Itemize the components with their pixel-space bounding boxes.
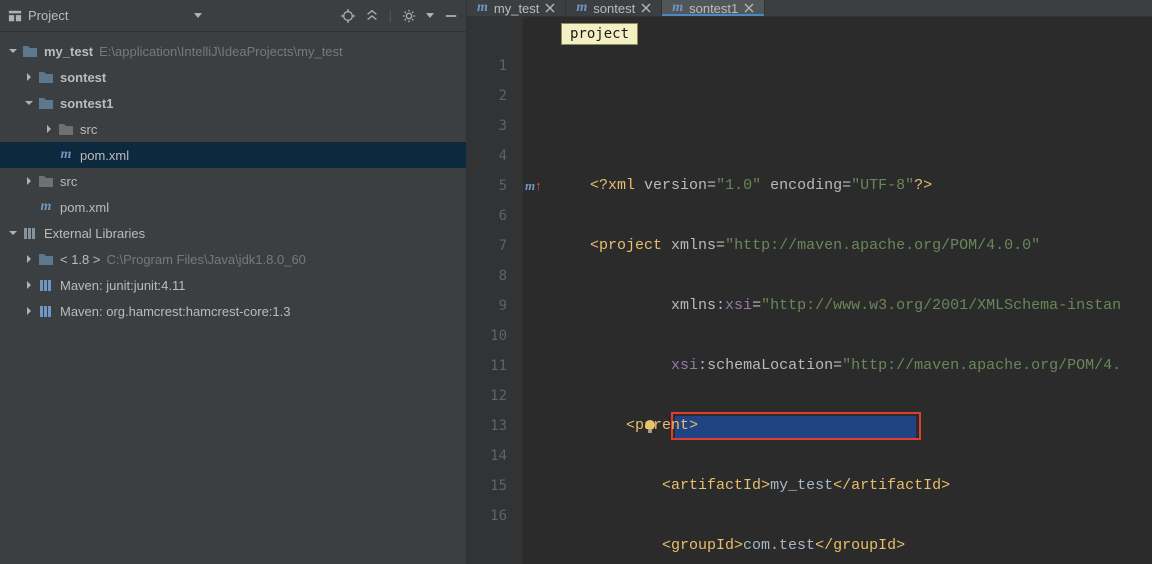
editor-tab-bar: m my_test m sontest m sontest1 — [467, 0, 1152, 17]
maven-file-icon: m — [477, 0, 488, 16]
folder-icon — [58, 122, 74, 136]
line-number: 16 — [467, 501, 507, 531]
tree-item-path: C:\Program Files\Java\jdk1.8.0_60 — [106, 252, 305, 267]
tree-item[interactable]: sontest — [0, 64, 466, 90]
tree-item[interactable]: Maven: org.hamcrest:hamcrest-core:1.3 — [0, 298, 466, 324]
chevron-down-icon[interactable] — [194, 13, 202, 18]
line-number: 15 — [467, 471, 507, 501]
line-number: 10 — [467, 321, 507, 351]
tree-item-label: my_test — [44, 44, 93, 59]
tree-item-label: Maven: junit:junit:4.11 — [60, 278, 186, 293]
editor-tab-active[interactable]: m sontest1 — [662, 0, 765, 16]
project-panel: Project | my_test E:\application\Intelli… — [0, 0, 467, 564]
tree-item-label: src — [80, 122, 97, 137]
hide-icon[interactable] — [444, 9, 458, 23]
tree-item[interactable]: src — [0, 116, 466, 142]
line-number: 3 — [467, 111, 507, 141]
editor-tab[interactable]: m my_test — [467, 0, 566, 16]
folder-icon — [38, 174, 54, 188]
close-icon[interactable] — [641, 3, 651, 13]
tree-item-label: sontest — [60, 70, 106, 85]
close-icon[interactable] — [744, 3, 754, 13]
chevron-right-icon — [24, 254, 34, 264]
line-gutter: 1 2 3 4 5 6 7 8 9 10 11 12 13 14 15 16 — [467, 17, 523, 564]
line-number: 14 — [467, 441, 507, 471]
tree-item[interactable]: src — [0, 168, 466, 194]
chevron-down-icon — [8, 46, 18, 56]
tree-item-label: External Libraries — [44, 226, 145, 241]
library-icon — [38, 304, 54, 318]
tree-item-label: sontest1 — [60, 96, 113, 111]
library-icon — [22, 226, 38, 240]
editor-body[interactable]: 1 2 3 4 5 6 7 8 9 10 11 12 13 14 15 16 m… — [467, 17, 1152, 564]
gear-icon[interactable] — [402, 9, 416, 23]
line-number: 7 — [467, 231, 507, 261]
line-number: 12 — [467, 381, 507, 411]
project-panel-title: Project — [28, 8, 68, 23]
chevron-right-icon — [24, 176, 34, 186]
maven-file-icon: m — [672, 0, 683, 16]
tree-item[interactable]: sontest1 — [0, 90, 466, 116]
tree-item[interactable]: Maven: junit:junit:4.11 — [0, 272, 466, 298]
module-icon — [38, 96, 54, 110]
library-icon — [38, 278, 54, 292]
chevron-down-icon[interactable] — [426, 13, 434, 18]
collapse-all-icon[interactable] — [365, 9, 379, 23]
editor-tab-label: sontest — [593, 1, 635, 16]
tree-item-path: E:\application\IntelliJ\IdeaProjects\my_… — [99, 44, 343, 59]
tree-item[interactable]: m pom.xml — [0, 194, 466, 220]
line-number: 4 — [467, 141, 507, 171]
module-icon — [22, 44, 38, 58]
line-number: 9 — [467, 291, 507, 321]
tree-item-selected[interactable]: m pom.xml — [0, 142, 466, 168]
close-icon[interactable] — [545, 3, 555, 13]
tree-item-label: Maven: org.hamcrest:hamcrest-core:1.3 — [60, 304, 290, 319]
tree-item[interactable]: < 1.8 > C:\Program Files\Java\jdk1.8.0_6… — [0, 246, 466, 272]
line-number: 11 — [467, 351, 507, 381]
code-editor[interactable]: <?xml version="1.0" encoding="UTF-8"?> <… — [523, 17, 1152, 564]
line-number: 13 — [467, 411, 507, 441]
editor-tab[interactable]: m sontest — [566, 0, 662, 16]
tree-item-label: src — [60, 174, 77, 189]
project-panel-header: Project | — [0, 0, 466, 32]
tree-item-label: pom.xml — [80, 148, 129, 163]
line-number: 6 — [467, 201, 507, 231]
project-view-icon — [8, 9, 22, 23]
module-icon — [38, 70, 54, 84]
maven-file-icon: m — [38, 199, 54, 215]
editor-tab-label: sontest1 — [689, 1, 738, 16]
chevron-right-icon — [24, 72, 34, 82]
locate-icon[interactable] — [341, 9, 355, 23]
line-number: 2 — [467, 81, 507, 111]
tree-external-libs[interactable]: External Libraries — [0, 220, 466, 246]
editor-panel: m my_test m sontest m sontest1 1 2 3 4 5 — [467, 0, 1152, 564]
maven-file-icon: m — [576, 0, 587, 16]
line-number: 8 — [467, 261, 507, 291]
tree-item-label: pom.xml — [60, 200, 109, 215]
chevron-right-icon — [24, 280, 34, 290]
maven-file-icon: m — [58, 147, 74, 163]
chevron-down-icon — [24, 98, 34, 108]
editor-tab-label: my_test — [494, 1, 540, 16]
chevron-right-icon — [44, 124, 54, 134]
project-tree[interactable]: my_test E:\application\IntelliJ\IdeaProj… — [0, 32, 466, 564]
line-number: 1 — [467, 51, 507, 81]
line-number: 5 — [467, 171, 507, 201]
chevron-down-icon — [8, 228, 18, 238]
tree-root[interactable]: my_test E:\application\IntelliJ\IdeaProj… — [0, 38, 466, 64]
jdk-icon — [38, 252, 54, 266]
chevron-right-icon — [24, 306, 34, 316]
tree-item-label: < 1.8 > — [60, 252, 100, 267]
